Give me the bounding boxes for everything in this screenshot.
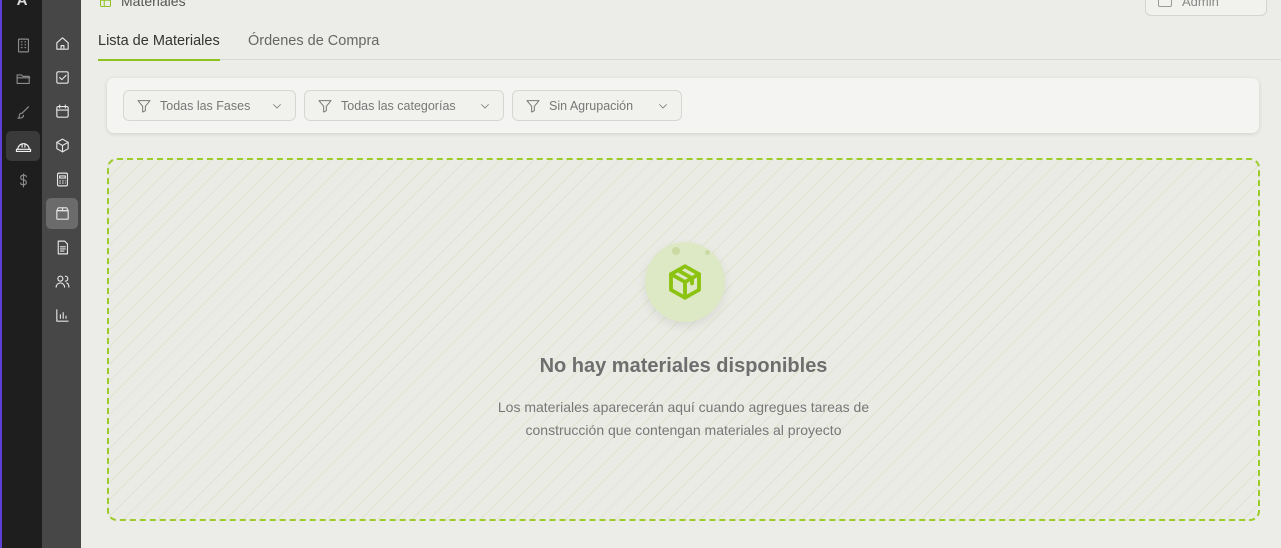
filter-icon (526, 99, 540, 112)
building-icon (17, 38, 29, 52)
materials-icon (100, 0, 111, 7)
sidebar-item-home[interactable] (46, 28, 78, 59)
sidebar-item-calendar[interactable] (46, 96, 78, 127)
folder-icon (16, 73, 30, 84)
filter-bar: Todas las Fases Todas las categorías Sin… (107, 78, 1259, 133)
grouping-filter-label: Sin Agrupación (549, 98, 634, 113)
package-icon (669, 264, 701, 300)
empty-state-badge (645, 242, 725, 322)
filter-icon (318, 99, 332, 112)
sidebar-item-documents[interactable] (46, 232, 78, 263)
bar-chart-icon (55, 309, 69, 322)
hardhat-icon (15, 142, 31, 152)
rail-brush-button[interactable] (6, 97, 40, 127)
empty-state-title: No hay materiales disponibles (539, 355, 828, 377)
document-icon (57, 240, 68, 255)
package-icon (55, 207, 69, 220)
decor-dot (672, 247, 680, 255)
rail-folder-button[interactable] (6, 63, 40, 93)
rail-finance-button[interactable] (6, 165, 40, 195)
decor-dot (705, 250, 710, 255)
sidebar-item-materials[interactable] (46, 198, 78, 229)
checkbox-icon (55, 71, 69, 84)
users-icon (55, 275, 69, 288)
sidebar-item-tasks[interactable] (46, 62, 78, 93)
user-icon (1158, 0, 1172, 7)
phase-filter-dropdown[interactable]: Todas las Fases (123, 90, 296, 121)
sidebar-item-team[interactable] (46, 266, 78, 297)
tab-ordenes-de-compra[interactable]: Órdenes de Compra (248, 24, 379, 60)
app-logo[interactable]: A (2, 0, 42, 9)
sidebar-item-cube[interactable] (46, 130, 78, 161)
filter-icon (137, 99, 151, 112)
category-filter-label: Todas las categorías (341, 98, 456, 113)
main-content: Materiales Admin Lista de Materiales Órd… (81, 0, 1281, 548)
sidebar-item-reports[interactable] (46, 300, 78, 331)
sidebar-item-budget[interactable] (46, 164, 78, 195)
dollar-icon (19, 173, 27, 187)
category-filter-dropdown[interactable]: Todas las categorías (304, 90, 504, 121)
empty-state-description-line1: Los materiales aparecerán aquí cuando ag… (497, 399, 870, 415)
chevron-down-icon (659, 103, 667, 109)
page-title: Materiales (98, 0, 186, 10)
empty-state: No hay materiales disponibles Los materi… (107, 158, 1260, 521)
phase-filter-label: Todas las Fases (160, 98, 251, 113)
home-icon (55, 37, 69, 50)
chevron-down-icon (273, 103, 281, 109)
grouping-filter-dropdown[interactable]: Sin Agrupación (512, 90, 682, 121)
empty-state-description-line2: construcción que contengan materiales al… (525, 422, 842, 438)
empty-state-description: Los materiales aparecerán aquí cuando ag… (109, 396, 1258, 442)
chevron-down-icon (481, 103, 489, 109)
user-menu-label: Admin (1182, 0, 1219, 9)
page-title-text: Materiales (121, 0, 186, 9)
calculator-icon (56, 172, 68, 187)
tab-lista-de-materiales[interactable]: Lista de Materiales (98, 24, 220, 61)
rail-building-button[interactable] (6, 30, 40, 60)
rail-construction-button[interactable] (6, 131, 40, 161)
brush-icon (16, 105, 29, 119)
user-menu-button[interactable]: Admin (1145, 0, 1267, 16)
app-rail: A (0, 0, 42, 548)
cube-icon (55, 138, 69, 153)
calendar-icon (55, 104, 69, 118)
tab-bar: Lista de Materiales Órdenes de Compra (98, 24, 1281, 61)
project-sidebar (42, 0, 81, 548)
